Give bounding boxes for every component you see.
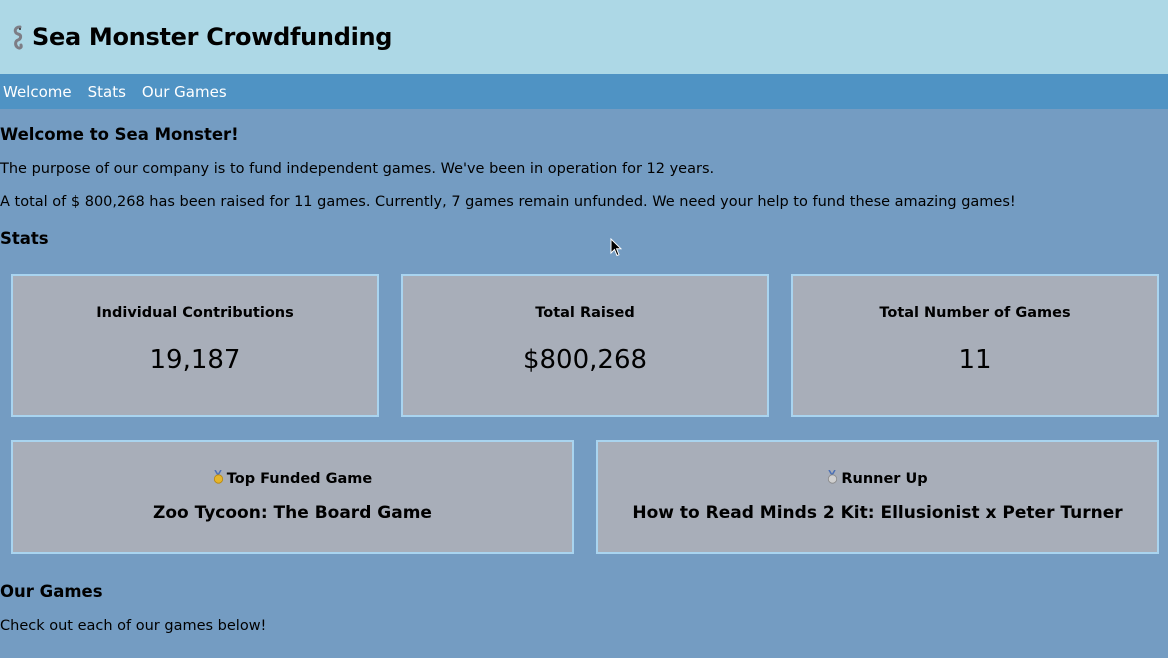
stat-card-label: Total Number of Games (879, 305, 1071, 321)
nav-link-welcome[interactable]: Welcome (3, 83, 72, 101)
runner-up-label-row: Runner Up (598, 470, 1157, 487)
our-games-subtitle: Check out each of our games below! (0, 618, 267, 634)
welcome-summary-text: A total of $ 800,268 has been raised for… (0, 194, 1016, 210)
stats-heading: Stats (0, 229, 49, 248)
main-nav: Welcome Stats Our Games (0, 74, 1168, 109)
our-games-heading: Our Games (0, 582, 103, 601)
stat-card-value: $800,268 (522, 345, 648, 375)
gold-medal-icon (213, 470, 223, 484)
runner-up-label: Runner Up (841, 471, 928, 487)
stat-card-label: Individual Contributions (96, 305, 294, 321)
page-header: Sea Monster Crowdfunding (0, 0, 1168, 74)
stat-card-value: 19,187 (149, 345, 241, 375)
nav-link-our-games[interactable]: Our Games (142, 83, 227, 101)
top-funded-game-card: Top Funded Game Zoo Tycoon: The Board Ga… (11, 440, 574, 554)
top-funded-label: Top Funded Game (226, 471, 373, 487)
silver-medal-icon (828, 470, 838, 484)
stat-card-contributions: Individual Contributions 19,187 (11, 274, 379, 417)
welcome-purpose-text: The purpose of our company is to fund in… (0, 161, 715, 177)
stat-card-value: 11 (958, 345, 992, 375)
seahorse-icon (13, 25, 23, 50)
runner-up-game-name: How to Read Minds 2 Kit: Ellusionist x P… (632, 503, 1123, 523)
stat-card-label: Total Raised (535, 305, 635, 321)
welcome-heading: Welcome to Sea Monster! (0, 125, 239, 144)
page-title: Sea Monster Crowdfunding (32, 23, 393, 51)
stat-card-total-games: Total Number of Games 11 (791, 274, 1159, 417)
runner-up-game-card: Runner Up How to Read Minds 2 Kit: Ellus… (596, 440, 1159, 554)
mouse-cursor-icon (610, 238, 622, 257)
stat-card-total-raised: Total Raised $800,268 (401, 274, 769, 417)
top-funded-game-name: Zoo Tycoon: The Board Game (153, 503, 432, 523)
top-funded-label-row: Top Funded Game (13, 470, 572, 487)
nav-link-stats[interactable]: Stats (88, 83, 126, 101)
